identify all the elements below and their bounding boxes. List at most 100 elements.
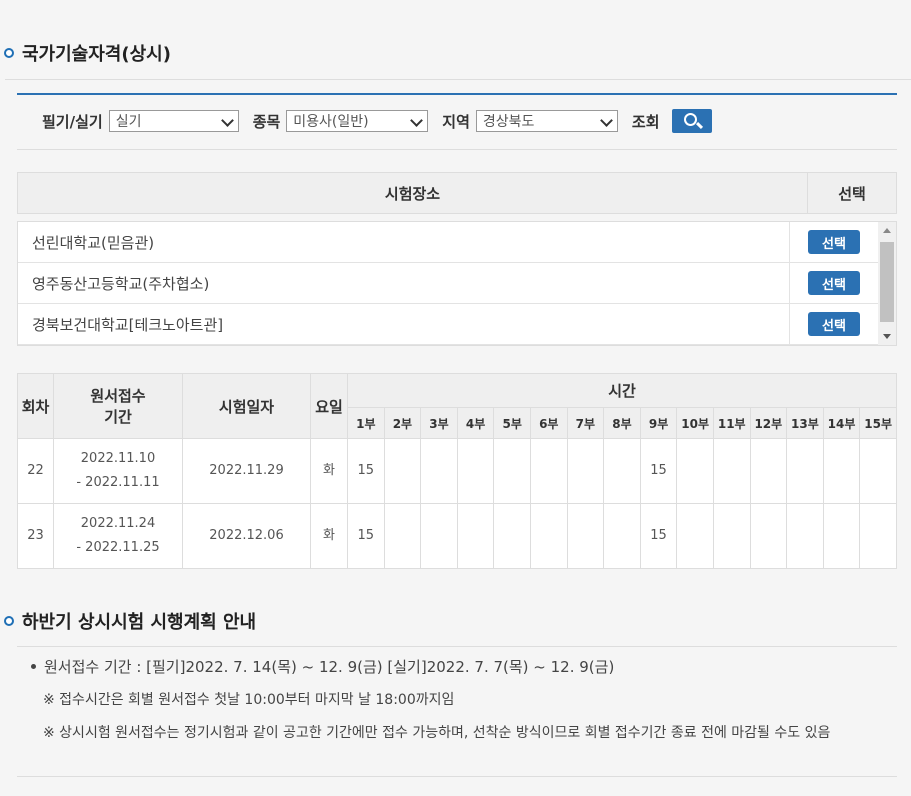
part-cell xyxy=(456,438,495,504)
venue-row: 경북보건대학교[테크노아트관] 선택 xyxy=(18,304,878,345)
circle-bullet-icon xyxy=(4,616,14,626)
select-venue-button[interactable]: 선택 xyxy=(808,312,860,336)
notice-note: ※ 상시시험 원서접수는 정기시험과 같이 공고한 기간에만 접수 가능하며, … xyxy=(43,725,831,741)
type-select[interactable]: 실기 xyxy=(108,110,239,132)
venue-row: 선린대학교(믿음관) 선택 xyxy=(18,222,878,263)
part-cell: 15 xyxy=(639,438,678,504)
header-part: 2부 xyxy=(383,407,422,439)
header-date: 시험일자 xyxy=(182,373,311,439)
part-cell xyxy=(456,503,495,569)
venue-name: 선린대학교(믿음관) xyxy=(18,222,790,262)
chevron-down-icon xyxy=(220,114,234,127)
header-part: 8부 xyxy=(603,407,641,439)
part-cell: 15 xyxy=(639,503,678,569)
part-cell xyxy=(383,438,422,504)
page-title-text: 국가기술자격(상시) xyxy=(22,44,171,65)
part-cell xyxy=(566,503,605,569)
divider xyxy=(5,79,911,80)
part-cell xyxy=(603,503,641,569)
period-cell: 2022.11.24 - 2022.11.25 xyxy=(53,503,183,569)
venue-table-header: 시험장소 선택 xyxy=(17,172,897,214)
header-part: 11부 xyxy=(712,407,751,439)
type-select-value: 실기 xyxy=(115,114,142,130)
part-cell xyxy=(603,438,641,504)
header-part: 9부 xyxy=(639,407,678,439)
venue-row: 영주동산고등학교(주차협소) 선택 xyxy=(18,263,878,304)
scroll-thumb[interactable] xyxy=(880,242,894,322)
category-select[interactable]: 미용사(일반) xyxy=(286,110,429,132)
round-cell: 23 xyxy=(17,503,54,569)
notice-title: 하반기 상시시험 시행계획 안내 xyxy=(0,606,256,636)
chevron-down-icon xyxy=(600,114,613,127)
select-venue-button[interactable]: 선택 xyxy=(808,230,860,254)
period-cell: 2022.11.10 - 2022.11.11 xyxy=(53,438,183,504)
header-part: 1부 xyxy=(347,407,385,439)
part-cell: 15 xyxy=(347,503,385,569)
venue-list: 선린대학교(믿음관) 선택 영주동산고등학교(주차협소) 선택 경북보건대학교[… xyxy=(17,221,897,346)
header-period-line2: 기간 xyxy=(104,408,132,426)
part-cell xyxy=(859,503,897,569)
header-part: 3부 xyxy=(420,407,458,439)
region-label: 지역 xyxy=(442,112,470,131)
select-venue-button[interactable]: 선택 xyxy=(808,271,860,295)
schedule-table: 회차 원서접수 기간 시험일자 요일 시간 1부 2부 3부 4부 5부 6부 7부 8부 9부… xyxy=(17,373,897,569)
date-cell: 2022.12.06 xyxy=(182,503,311,569)
part-cell xyxy=(749,438,788,504)
part-cell xyxy=(383,503,422,569)
header-part: 12부 xyxy=(749,407,788,439)
venue-scrollbar[interactable] xyxy=(878,222,896,345)
notice-line-text: 원서접수 기간 : [필기]2022. 7. 14(목) ~ 12. 9(금) … xyxy=(44,658,615,676)
category-select-value: 미용사(일반) xyxy=(293,114,369,130)
part-cell xyxy=(529,503,568,569)
search-button[interactable] xyxy=(671,109,712,133)
header-period: 원서접수 기간 xyxy=(53,373,183,439)
header-part: 4부 xyxy=(456,407,495,439)
period-end: - 2022.11.11 xyxy=(76,475,160,490)
header-period-line1: 원서접수 xyxy=(90,387,146,405)
search-panel: 필기/실기 실기 종목 미용사(일반) 지역 경상북도 조회 xyxy=(17,93,897,150)
category-label: 종목 xyxy=(252,112,281,131)
day-cell: 화 xyxy=(310,438,348,504)
region-select-value: 경상북도 xyxy=(482,114,535,130)
header-round: 회차 xyxy=(17,373,54,439)
venue-name: 경북보건대학교[테크노아트관] xyxy=(18,304,790,344)
venue-button-cell: 선택 xyxy=(790,271,878,295)
header-part: 14부 xyxy=(822,407,861,439)
part-cell xyxy=(676,503,714,569)
dot-bullet-icon xyxy=(31,664,36,669)
header-day: 요일 xyxy=(310,373,348,439)
header-part: 5부 xyxy=(493,407,531,439)
header-time: 시간 xyxy=(347,373,897,408)
header-part: 6부 xyxy=(529,407,568,439)
part-cell xyxy=(529,438,568,504)
venue-header-place: 시험장소 xyxy=(18,173,808,213)
search-icon xyxy=(683,113,697,126)
part-cell xyxy=(749,503,788,569)
scroll-up-arrow-icon[interactable] xyxy=(883,228,891,233)
header-part: 15부 xyxy=(859,407,897,439)
circle-bullet-icon xyxy=(4,48,14,58)
header-part: 13부 xyxy=(786,407,824,439)
notice-note: ※ 접수시간은 회별 원서접수 첫날 10:00부터 마지막 날 18:00까지… xyxy=(43,692,455,708)
type-label: 필기/실기 xyxy=(42,112,103,131)
venue-name: 영주동산고등학교(주차협소) xyxy=(18,263,790,303)
scroll-down-arrow-icon[interactable] xyxy=(883,334,891,339)
part-cell xyxy=(786,503,824,569)
period-end: - 2022.11.25 xyxy=(76,540,160,555)
search-row: 필기/실기 실기 종목 미용사(일반) 지역 경상북도 조회 xyxy=(42,109,712,133)
notice-title-text: 하반기 상시시험 시행계획 안내 xyxy=(22,612,257,633)
search-icon-handle xyxy=(695,121,703,130)
venue-header-select: 선택 xyxy=(838,184,866,203)
part-cell xyxy=(859,438,897,504)
part-cell xyxy=(493,438,531,504)
part-cell xyxy=(712,503,751,569)
period-start: 2022.11.24 xyxy=(80,516,156,531)
part-cell xyxy=(566,438,605,504)
part-cell xyxy=(712,438,751,504)
region-select[interactable]: 경상북도 xyxy=(475,110,618,132)
notice-line: 원서접수 기간 : [필기]2022. 7. 14(목) ~ 12. 9(금) … xyxy=(31,656,614,677)
search-label: 조회 xyxy=(631,112,660,131)
page: 국가기술자격(상시) 필기/실기 실기 종목 미용사(일반) 지역 경상북도 조… xyxy=(0,0,911,796)
part-cell xyxy=(493,503,531,569)
round-cell: 22 xyxy=(17,438,54,504)
